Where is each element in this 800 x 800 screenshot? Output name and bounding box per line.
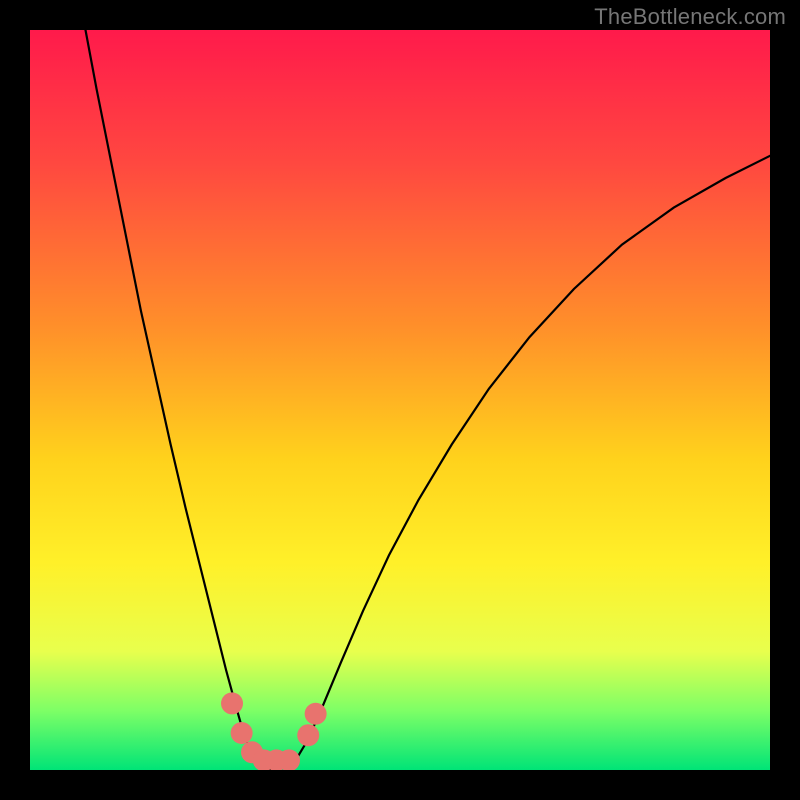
gradient-background (30, 30, 770, 770)
highlight-dots-point (231, 722, 253, 744)
plot-area (30, 30, 770, 770)
attribution-text: TheBottleneck.com (594, 4, 786, 30)
chart-frame: TheBottleneck.com (0, 0, 800, 800)
highlight-dots-point (297, 724, 319, 746)
bottleneck-curve-chart (30, 30, 770, 770)
highlight-dots-point (221, 692, 243, 714)
highlight-dots-point (305, 703, 327, 725)
